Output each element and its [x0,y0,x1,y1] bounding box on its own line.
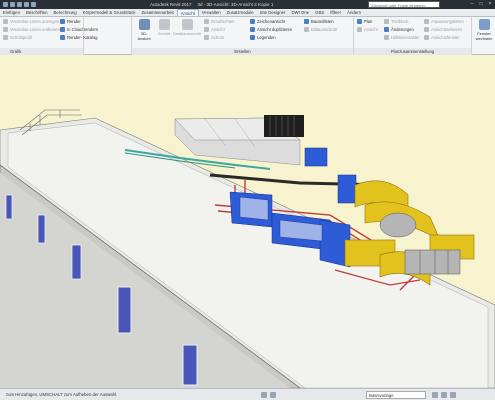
sheet-icon [357,19,362,24]
duplicate-icon [250,27,255,32]
status-bar: zum Hinzufügen, UMSCHALT zum Aufheben de… [0,388,495,400]
redo-icon[interactable] [24,2,29,7]
viewports-icon [424,35,429,40]
panel-render: In Cloud rendern Render- Katalog [60,17,132,55]
worksets-icon[interactable] [261,391,267,398]
gallery-icon [60,35,65,40]
tab-ansicht[interactable]: Ansicht [176,9,199,16]
callout-icon [181,19,193,30]
teapot-icon [60,19,65,24]
minimize-icon[interactable]: – [469,1,475,7]
titleblock-icon [384,19,389,24]
view-reference-button[interactable]: Ansichtsreferenz [424,27,462,32]
titleblock-button[interactable]: Titelblock [384,19,409,24]
ribbon: Verdeckte Linien anzeigen Verdeckte Lini… [0,17,495,55]
panel-label-plan: Planzusammenstellung [354,48,471,55]
duplicate-view-button[interactable]: Ansicht duplizieren [250,27,292,32]
schedule-icon [304,19,309,24]
maximize-icon[interactable]: □ [478,1,484,7]
document-name: 3d - 3D-Ansicht: 3D-Ansicht 2 Kopie 1 [197,2,274,7]
panel-erstellen: 3D- Ansicht Schnitt Detailausschnitt Dra… [132,17,354,55]
tab-gbs[interactable]: GBS [312,9,327,16]
panel-planzusammenstellung: Plan Ansicht Titelblock Änderungen Hilfs… [354,17,472,55]
viewports-button[interactable]: Ansichtsfenster [424,35,460,40]
tab-aendern[interactable]: Ändern [344,9,364,16]
matchline-button[interactable]: Anpassungslinien [424,19,464,24]
guide-grid-icon [384,35,389,40]
search-input[interactable]: Stichwort oder Frage eingeben [368,1,440,8]
title-bar: Autodesk Revit 2017 3d - 3D-Ansicht: 3D-… [0,0,495,9]
show-hidden-lines-button[interactable]: Verdeckte Linien anzeigen [3,19,59,24]
scope-box-icon [304,27,309,32]
plan-views-button[interactable]: Draufsichten [204,19,235,24]
windows-icon [478,19,490,30]
section-small-icon [204,35,209,40]
legend-icon [250,35,255,40]
revisions-button[interactable]: Änderungen [384,27,414,32]
drafting-view-button[interactable]: Zeichenansicht [250,19,285,24]
guide-grid-button[interactable]: Hilfslinienraster [384,35,420,40]
switch-windows-button[interactable]: Fenster wechseln [474,19,494,41]
view-reference-icon [424,27,429,32]
select-links-icon[interactable] [441,391,447,398]
panel-fenster: Fenster wechseln [472,17,495,55]
window-title: Autodesk Revit 2017 3d - 3D-Ansicht: 3D-… [150,2,495,7]
section-button[interactable]: Schnitt [156,19,172,36]
app-name: Autodesk Revit 2017 [150,2,192,7]
section-small-button[interactable]: Schnitt [204,35,224,40]
cut-profile-button[interactable]: Schnittprofil [3,35,32,40]
filter-icon[interactable] [432,391,438,398]
cloud-render-button[interactable]: In Cloud rendern [60,27,98,32]
scope-box-button[interactable]: Bildausschnitt [304,27,337,32]
schedules-button[interactable]: Bauteillisten [304,19,334,24]
plan-views-icon [204,19,209,24]
ribbon-tabs: Einfügen Beschriften Berechnung Körpermo… [0,9,495,17]
callout-button[interactable]: Detailausschnitt [173,19,201,36]
tab-ifftner[interactable]: Ifftner [327,9,344,16]
tab-site-designer[interactable]: Site Designer [257,9,289,16]
cloud-icon [60,27,65,32]
panel-label-grafik: Grafik [0,48,83,55]
drafting-icon [250,19,255,24]
remove-hidden-lines-button[interactable]: Verdeckte Linien entfernen [3,27,60,32]
render-button[interactable]: Render [60,19,81,24]
save-icon[interactable] [10,2,15,7]
tab-einfuegen[interactable]: Einfügen [0,9,23,16]
panel-label-erstellen: Erstellen [132,48,353,55]
tab-beschriften[interactable]: Beschriften [23,9,51,16]
open-icon[interactable] [3,2,8,7]
elevation-icon [204,27,209,32]
matchline-icon [424,19,429,24]
hidden-lines-icon [3,19,8,24]
close-icon[interactable]: × [487,1,493,7]
3d-view-button[interactable]: 3D- Ansicht [135,19,153,41]
quick-access-toolbar[interactable] [0,2,150,7]
print-icon[interactable] [31,2,36,7]
revisions-icon [384,27,389,32]
3d-view-icon [138,19,150,30]
design-options-icon[interactable] [270,391,276,398]
cut-profile-icon [3,35,8,40]
sheet-button[interactable]: Plan [357,19,372,24]
legends-button[interactable]: Legenden [250,35,276,40]
section-icon [158,19,170,30]
place-view-button[interactable]: Ansicht [357,27,378,32]
elevation-button[interactable]: Ansicht [204,27,225,32]
tab-zusammenarbeit[interactable]: Zusammenarbeit [138,9,176,16]
undo-icon[interactable] [17,2,22,7]
tab-verwalten[interactable]: Verwalten [199,9,224,16]
tab-zusatzmodule[interactable]: Zusatzmodule [224,9,257,16]
tab-berechnung[interactable]: Berechnung [50,9,79,16]
place-view-icon [357,27,362,32]
status-message: zum Hinzufügen, UMSCHALT zum Aufheben de… [6,392,118,397]
select-pinned-icon[interactable] [450,391,456,398]
tab-koerpermodell[interactable]: Körpermodell & Grundstück [80,9,139,16]
cooling-unit [264,115,304,137]
building-model [0,109,495,388]
render-gallery-button[interactable]: Render- Katalog [60,35,98,40]
remove-lines-icon [3,27,8,32]
active-model-select[interactable]: Basisvorlage [366,390,426,399]
3d-viewport[interactable] [0,55,495,388]
tab-dwi-one[interactable]: DWI One [288,9,312,16]
